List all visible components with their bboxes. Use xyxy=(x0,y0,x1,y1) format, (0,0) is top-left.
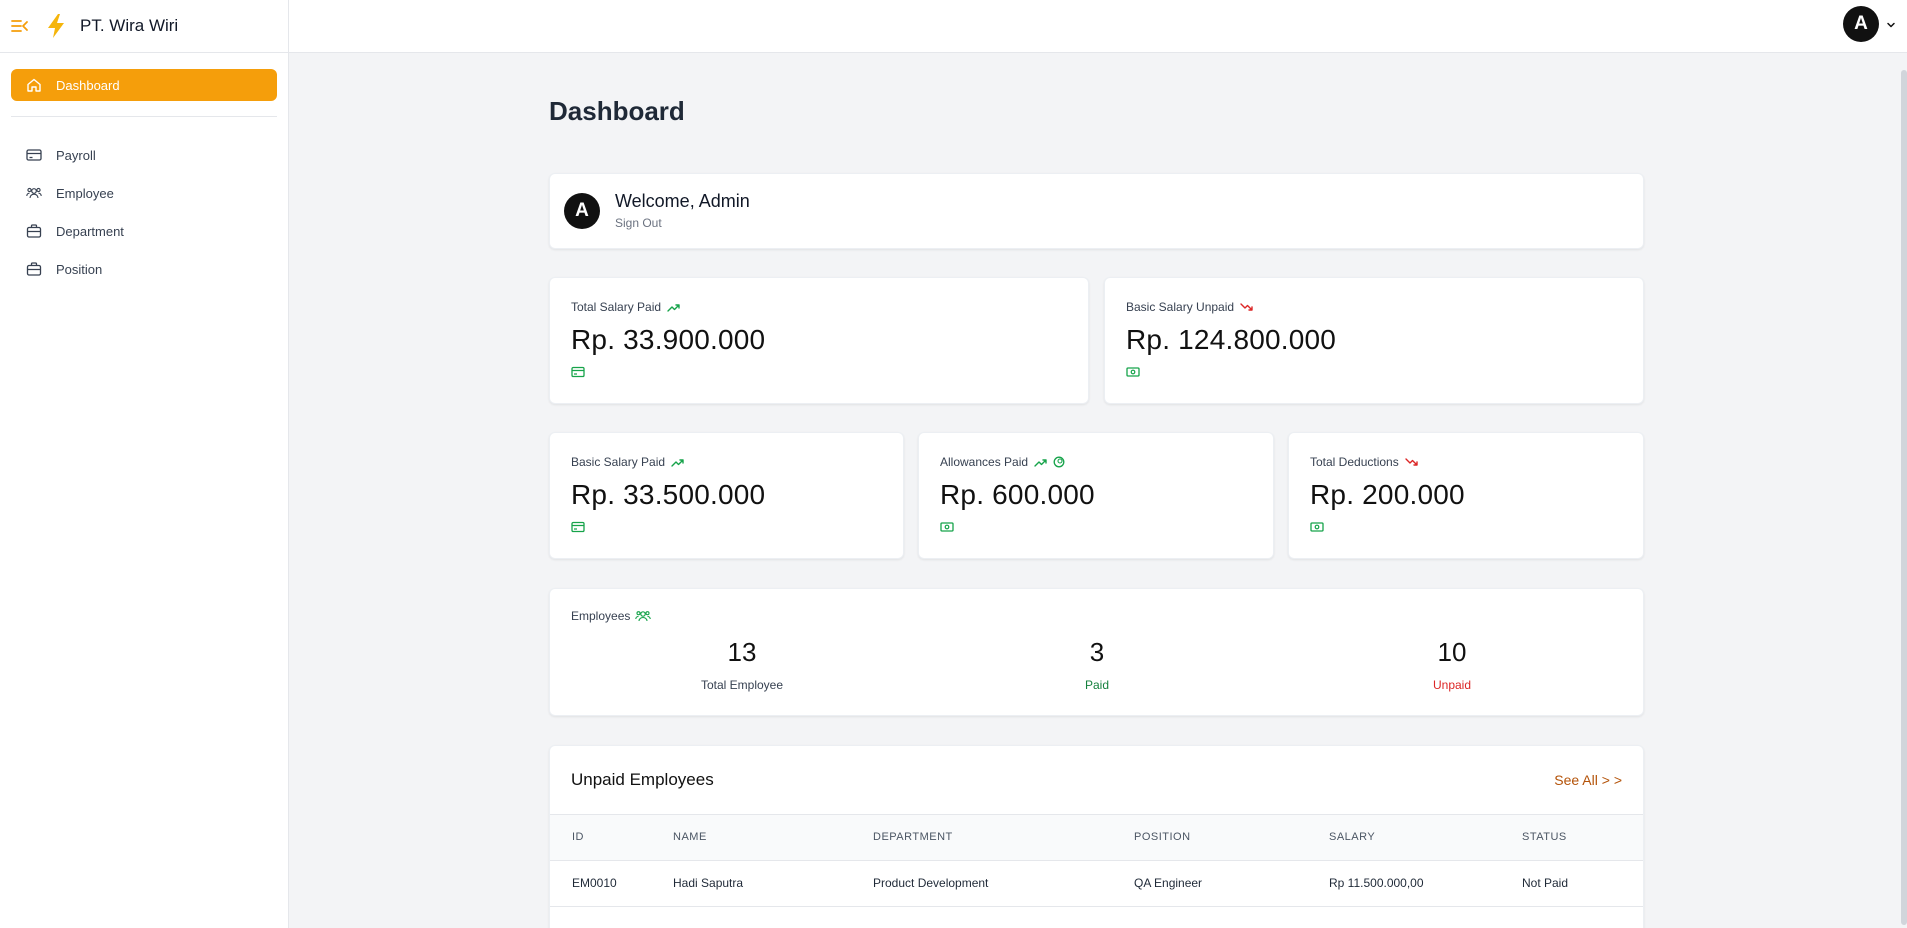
briefcase-icon xyxy=(25,260,43,278)
stat-label: Basic Salary Unpaid xyxy=(1126,300,1235,314)
coins-icon xyxy=(1053,456,1065,468)
table-row[interactable]: EM0010 Hadi Saputra Product Development … xyxy=(550,860,1643,906)
users-icon xyxy=(25,184,43,202)
cell-department: Product Development xyxy=(873,876,989,890)
sidebar-item-department[interactable]: Department xyxy=(11,215,277,247)
cell-position: QA Engineer xyxy=(1134,876,1203,890)
welcome-card: A Welcome, Admin Sign Out xyxy=(549,173,1644,249)
column-header-status[interactable]: STATUS xyxy=(1522,815,1643,860)
avatar: A xyxy=(564,193,600,229)
total-deductions-card: Total Deductions Rp. 200.000 xyxy=(1288,432,1644,559)
brand-name: PT. Wira Wiri xyxy=(80,16,179,35)
sign-out-link[interactable]: Sign Out xyxy=(615,216,662,230)
cell-name: Hadi Saputra xyxy=(673,876,744,890)
sidebar-item-dashboard[interactable]: Dashboard xyxy=(11,69,277,101)
chevron-down-icon[interactable] xyxy=(1885,18,1897,30)
basic-salary-unpaid-card: Basic Salary Unpaid Rp. 124.800.000 xyxy=(1104,277,1644,404)
trend-up-icon xyxy=(671,458,684,467)
total-salary-paid-card: Total Salary Paid Rp. 33.900.000 xyxy=(549,277,1089,404)
unpaid-employees-card: Unpaid Employees See All > > ID NAME DEP… xyxy=(549,745,1644,928)
credit-card-icon xyxy=(25,146,43,164)
stat-value: Rp. 33.500.000 xyxy=(571,479,766,510)
stat-value: Rp. 124.800.000 xyxy=(1126,324,1337,355)
sidebar-item-employee[interactable]: Employee xyxy=(11,177,277,209)
trend-down-icon xyxy=(1405,457,1418,467)
column-header-id[interactable]: ID xyxy=(550,815,673,860)
unpaid-employees-title: Unpaid Employees xyxy=(571,770,714,789)
briefcase-icon xyxy=(25,222,43,240)
unpaid-stat: 10 Unpaid xyxy=(1352,637,1552,692)
table-header-row: ID NAME DEPARTMENT POSITION SALARY STATU… xyxy=(550,815,1643,860)
sidebar-nav: Dashboard Payroll Employee Department Po… xyxy=(0,53,288,285)
unpaid-employees-table: ID NAME DEPARTMENT POSITION SALARY STATU… xyxy=(550,815,1643,928)
column-header-salary[interactable]: SALARY xyxy=(1329,815,1522,860)
nav-divider xyxy=(11,116,277,117)
sidebar-item-label: Department xyxy=(56,223,124,239)
welcome-title: Welcome, Admin xyxy=(615,190,750,211)
paid-stat: 3 Paid xyxy=(997,637,1197,692)
sidebar-item-label: Dashboard xyxy=(56,77,120,93)
see-all-link[interactable]: See All > > xyxy=(1554,772,1622,788)
page-scrollbar[interactable] xyxy=(1901,70,1907,925)
total-employee-count: 13 xyxy=(727,637,757,667)
home-icon xyxy=(25,76,43,94)
stat-label: Allowances Paid xyxy=(940,455,1029,469)
cell-salary: Rp 11.500.000,00 xyxy=(1329,876,1424,890)
trend-up-icon xyxy=(667,303,680,312)
stat-value: Rp. 33.900.000 xyxy=(571,324,766,355)
unpaid-count: 10 xyxy=(1437,637,1467,667)
lightning-icon xyxy=(44,14,68,38)
trend-down-icon xyxy=(1240,302,1253,312)
cell-status: Not Paid xyxy=(1522,876,1569,890)
user-avatar-button[interactable]: A xyxy=(1843,6,1879,42)
column-header-department[interactable]: DEPARTMENT xyxy=(873,815,1134,860)
allowances-paid-card: Allowances Paid Rp. 600.000 xyxy=(918,432,1274,559)
users-icon xyxy=(635,609,652,623)
trend-up-icon xyxy=(1034,458,1047,467)
sidebar-item-label: Position xyxy=(56,261,103,277)
sidebar: PT. Wira Wiri Dashboard Payroll Employee xyxy=(0,0,289,928)
cash-icon xyxy=(1310,521,1324,533)
stat-label: Basic Salary Paid xyxy=(571,455,666,469)
sidebar-item-label: Payroll xyxy=(56,147,96,163)
cell-id: EM0010 xyxy=(572,876,617,890)
stat-value: Rp. 200.000 xyxy=(1310,479,1465,510)
column-header-name[interactable]: NAME xyxy=(673,815,873,860)
total-employee-caption: Total Employee xyxy=(700,678,784,692)
menu-collapse-icon[interactable] xyxy=(10,16,30,36)
stat-value: Rp. 600.000 xyxy=(940,479,1095,510)
column-header-position[interactable]: POSITION xyxy=(1134,815,1329,860)
total-employee-stat: 13 Total Employee xyxy=(642,637,842,692)
sidebar-item-position[interactable]: Position xyxy=(11,253,277,285)
brand-bar: PT. Wira Wiri xyxy=(0,0,288,53)
stat-label: Total Salary Paid xyxy=(571,300,662,314)
paid-caption: Paid xyxy=(1084,678,1110,692)
unpaid-caption: Unpaid xyxy=(1432,678,1472,692)
stat-label: Total Deductions xyxy=(1310,455,1399,469)
cash-icon xyxy=(1126,366,1140,378)
employees-card: Employees 13 Total Employee 3 Paid 10 Un… xyxy=(549,588,1644,716)
paid-count: 3 xyxy=(1089,637,1105,667)
credit-card-icon xyxy=(571,521,585,533)
credit-card-icon xyxy=(571,366,585,378)
main-content: Dashboard A Welcome, Admin Sign Out Tota… xyxy=(549,53,1644,928)
cash-icon xyxy=(940,521,954,533)
employees-label: Employees xyxy=(571,609,631,623)
sidebar-item-payroll[interactable]: Payroll xyxy=(11,139,277,171)
top-bar: A xyxy=(289,0,1907,53)
basic-salary-paid-card: Basic Salary Paid Rp. 33.500.000 xyxy=(549,432,904,559)
table-row[interactable] xyxy=(550,906,1643,928)
sidebar-item-label: Employee xyxy=(56,185,114,201)
page-title: Dashboard xyxy=(549,96,685,126)
